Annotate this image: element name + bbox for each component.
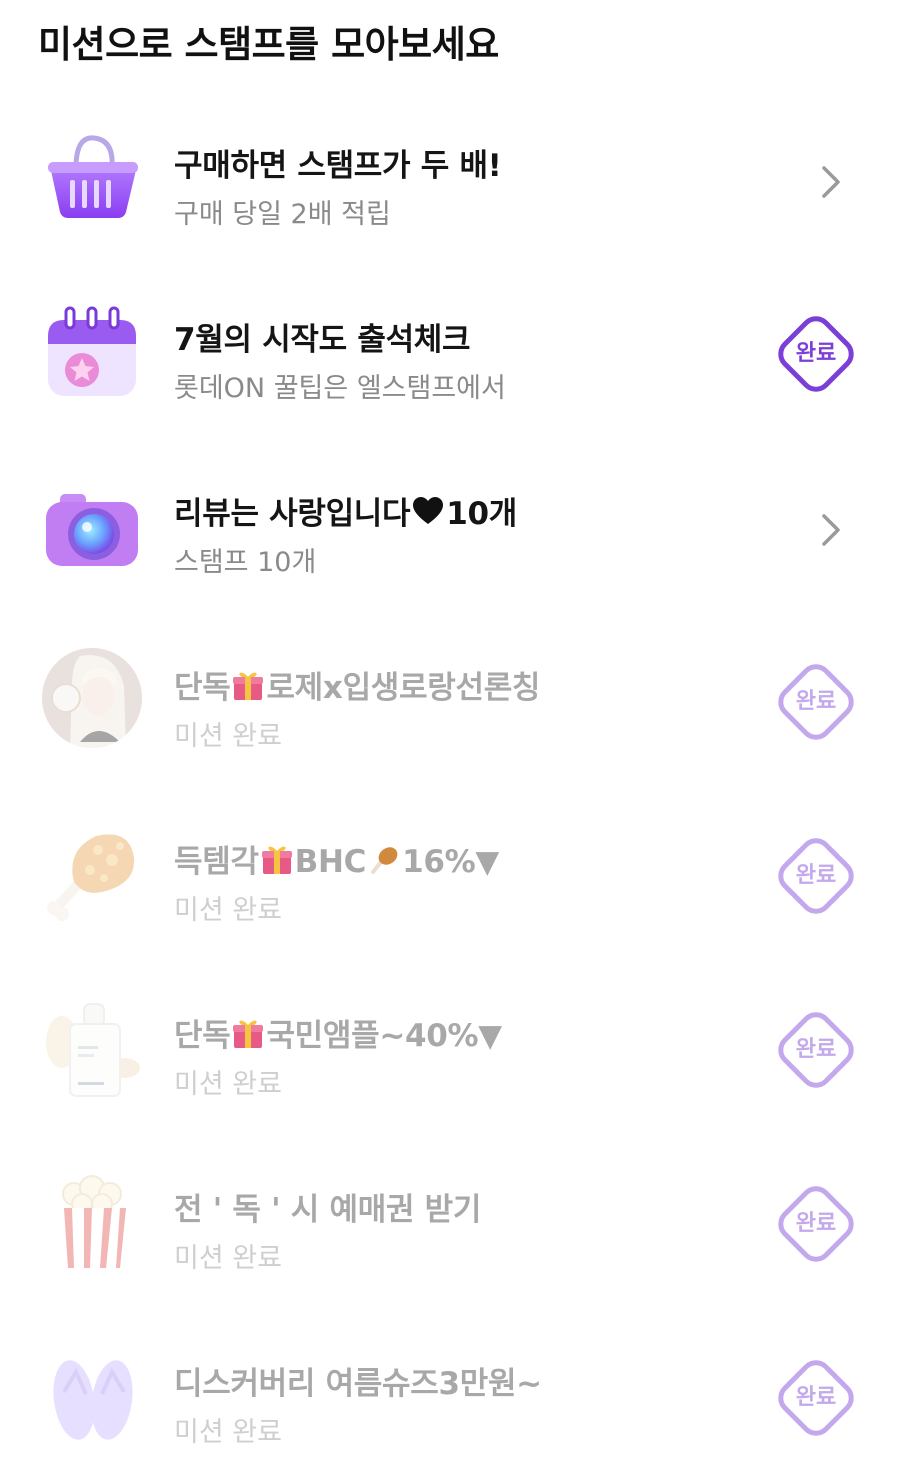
mission-title-text: 10개	[446, 496, 518, 532]
flip-flops-icon	[53, 1360, 133, 1440]
mission-row-double-stamp[interactable]: 구매하면 스탬프가 두 배! 구매 당일 2배 적립	[0, 98, 898, 272]
shopping-basket-icon	[48, 135, 138, 218]
camera-icon	[46, 494, 138, 566]
mission-title-text: 득템각	[174, 844, 259, 880]
heart-icon	[413, 497, 444, 524]
ampoule-bottle-icon	[46, 1003, 140, 1097]
mission-row-summer-shoes[interactable]: 디스커버리 여름슈즈3만원~ 미션 완료 완료	[0, 1316, 898, 1459]
mission-subtitle: 미션 완료	[174, 1069, 282, 1100]
calendar-icon	[48, 306, 136, 396]
mission-title: 7월의 시작도 출석체크	[174, 322, 471, 358]
mission-row-attendance[interactable]: 7월의 시작도 출석체크 롯데ON 꿀팁은 엘스탬프에서 완료	[0, 272, 898, 446]
stamp-mission-page: 미션으로 스탬프를 모아보세요 구매하면 스탬프가 두 배! 구매 당일 2배 …	[0, 0, 898, 1459]
mission-row-ampoule[interactable]: 단독 국민앰플~40%▼ 미션 완료 완료	[0, 968, 898, 1142]
complete-badge-label: 완료	[795, 689, 837, 714]
mission-title: 단독 국민앰플~40%▼	[174, 1010, 502, 1055]
gift-icon	[260, 842, 294, 876]
mission-title-text: 단독	[174, 1018, 231, 1054]
complete-badge-label: 완료	[795, 863, 837, 888]
mission-title-text: 국민앰플~40%▼	[266, 1018, 502, 1054]
complete-badge-label: 완료	[795, 1211, 837, 1236]
mission-subtitle: 구매 당일 2배 적립	[174, 199, 391, 230]
mission-title-text: 단독	[174, 670, 231, 706]
complete-badge-label: 완료	[795, 1037, 837, 1062]
mission-title: 득템각 BHC 16%▼	[174, 836, 499, 881]
mission-title-text: 16%▼	[402, 844, 499, 880]
mission-row-review[interactable]: 리뷰는 사랑입니다 10개 스탬프 10개	[0, 446, 898, 620]
gift-icon	[231, 1016, 265, 1050]
chevron-right-icon[interactable]	[810, 160, 850, 204]
mission-subtitle: 롯데ON 꿀팁은 엘스탬프에서	[174, 373, 506, 404]
mission-subtitle: 미션 완료	[174, 1243, 282, 1274]
mission-subtitle: 미션 완료	[174, 895, 282, 926]
fried-chicken-icon	[47, 834, 135, 921]
mission-title: 리뷰는 사랑입니다 10개	[174, 488, 517, 533]
mission-subtitle: 미션 완료	[174, 1417, 282, 1448]
mission-row-rose-ysl[interactable]: 단독 로제x입생로랑선론칭 미션 완료 완료	[0, 620, 898, 794]
mission-row-bhc[interactable]: 득템각 BHC 16%▼ 미션 완료 완료	[0, 794, 898, 968]
drumstick-icon	[371, 847, 398, 874]
complete-badge-label: 완료	[795, 1385, 837, 1410]
mission-title: 디스커버리 여름슈즈3만원~	[174, 1366, 542, 1402]
page-title: 미션으로 스탬프를 모아보세요	[38, 23, 499, 66]
mission-title: 전 ' 독 ' 시 예매권 받기	[174, 1192, 482, 1228]
mission-subtitle: 스탬프 10개	[174, 547, 317, 578]
mission-subtitle: 미션 완료	[174, 721, 282, 752]
rose-portrait-thumbnail	[42, 648, 142, 748]
popcorn-icon	[58, 1175, 126, 1268]
mission-row-movie-ticket[interactable]: 전 ' 독 ' 시 예매권 받기 미션 완료 완료	[0, 1142, 898, 1316]
mission-title-text: 로제x입생로랑선론칭	[266, 670, 541, 706]
mission-title: 단독 로제x입생로랑선론칭	[174, 662, 540, 707]
mission-title-text: 리뷰는 사랑입니다	[174, 496, 411, 532]
gift-icon	[231, 668, 265, 702]
complete-badge-label: 완료	[795, 341, 837, 366]
mission-title-text: BHC	[294, 844, 367, 880]
mission-title: 구매하면 스탬프가 두 배!	[174, 148, 502, 184]
chevron-right-icon[interactable]	[810, 508, 850, 552]
